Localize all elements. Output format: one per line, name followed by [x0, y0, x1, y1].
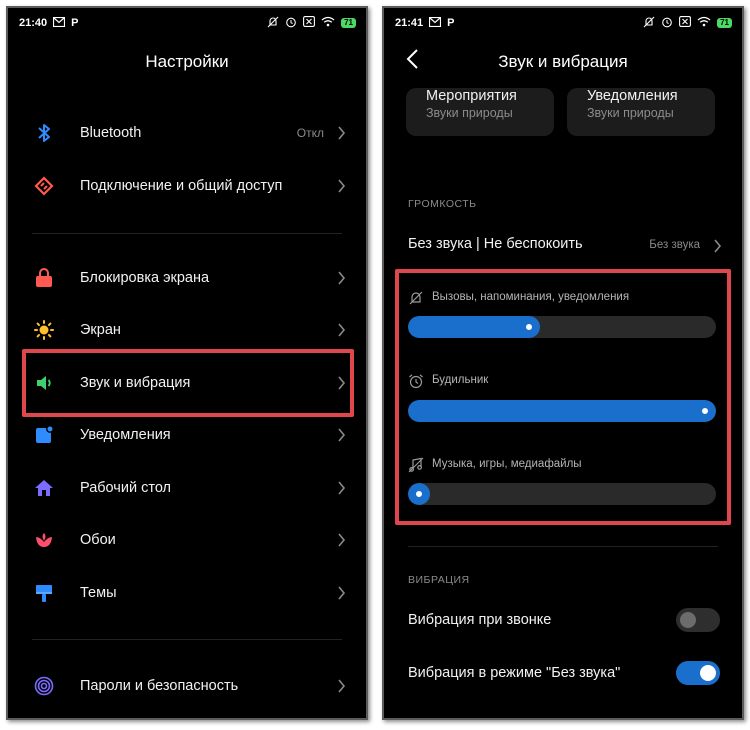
divider	[408, 546, 718, 547]
wifi-icon	[321, 16, 335, 30]
chevron-right-icon	[338, 323, 346, 337]
page-title: Настройки	[145, 52, 229, 71]
chevron-right-icon	[338, 428, 346, 442]
highlight-frame	[22, 349, 354, 417]
home-icon	[34, 478, 54, 498]
alarm-status-icon	[661, 16, 673, 31]
fingerprint-icon	[34, 676, 54, 696]
no-sim-icon	[303, 16, 316, 30]
settings-item-label: Уведомления	[80, 427, 171, 443]
settings-screen: 21:40 P 71 Настройки Bluetooth Откл Подк…	[6, 6, 368, 720]
settings-item-connection[interactable]: Подключение и общий доступ	[8, 164, 366, 208]
silent-mode-label: Без звука | Не беспокоить	[408, 236, 583, 252]
settings-item-themes[interactable]: Темы	[8, 571, 366, 615]
share-icon	[34, 176, 54, 196]
battery-icon: 71	[717, 18, 732, 28]
mute-icon	[267, 16, 279, 31]
card-subtitle: Звуки природы	[426, 106, 513, 120]
chevron-right-icon	[338, 586, 346, 600]
vibration-ring-toggle[interactable]	[676, 608, 720, 632]
app-p-icon: P	[447, 17, 455, 29]
settings-item-label: Подключение и общий доступ	[80, 178, 283, 194]
chevron-right-icon	[714, 239, 722, 253]
toggle-knob	[680, 612, 696, 628]
status-time: 21:40	[19, 17, 48, 29]
chevron-right-icon	[338, 679, 346, 693]
status-bar: 21:40 P 71	[8, 8, 366, 38]
page-title: Звук и вибрация	[498, 52, 628, 71]
gmail-icon	[429, 16, 442, 30]
gmail-icon	[53, 16, 66, 30]
settings-item-label: Рабочий стол	[80, 480, 172, 496]
volume-section-header: ГРОМКОСТЬ	[408, 198, 477, 210]
alarm-status-icon	[285, 16, 297, 31]
divider	[32, 233, 342, 234]
vibration-ring-label: Вибрация при звонке	[408, 612, 552, 628]
app-p-icon: P	[71, 17, 79, 29]
settings-item-notifications[interactable]: Уведомления	[8, 413, 366, 457]
lock-icon	[34, 268, 54, 288]
vibration-silent-label: Вибрация в режиме "Без звука"	[408, 665, 621, 681]
status-bar: 21:41 P 71	[384, 8, 742, 38]
settings-item-label: Темы	[80, 585, 117, 601]
chevron-right-icon	[338, 271, 346, 285]
vibration-section-header: ВИБРАЦИЯ	[408, 574, 470, 586]
settings-item-wallpapers[interactable]: Обои	[8, 518, 366, 562]
mute-icon	[643, 16, 655, 31]
chevron-right-icon	[338, 481, 346, 495]
settings-item-label: Пароли и безопасность	[80, 678, 239, 694]
settings-item-display[interactable]: Экран	[8, 308, 366, 352]
settings-item-value: Откл	[296, 126, 324, 140]
toggle-knob	[700, 665, 716, 681]
sound-screen: 21:41 P 71 Звук и вибрация Мероприятия З…	[382, 6, 744, 720]
notification-sound-card[interactable]: Уведомления Звуки природы	[567, 88, 715, 136]
highlight-frame	[395, 269, 731, 525]
settings-item-label: Обои	[80, 532, 116, 548]
settings-item-bluetooth[interactable]: Bluetooth Откл	[8, 111, 366, 155]
bluetooth-icon	[34, 123, 54, 143]
flower-icon	[34, 530, 54, 550]
card-subtitle: Звуки природы	[587, 106, 674, 120]
card-title: Уведомления	[587, 88, 678, 104]
sun-icon	[34, 320, 54, 340]
settings-item-desktop[interactable]: Рабочий стол	[8, 466, 366, 510]
settings-item-security[interactable]: Пароли и безопасность	[8, 664, 366, 708]
chevron-right-icon	[338, 126, 346, 140]
settings-item-lock-screen[interactable]: Блокировка экрана	[8, 256, 366, 300]
notification-icon	[34, 425, 54, 445]
chevron-right-icon	[338, 179, 346, 193]
silent-mode-value: Без звука	[649, 239, 700, 251]
vibration-silent-toggle[interactable]	[676, 661, 720, 685]
card-title: Мероприятия	[426, 88, 517, 104]
battery-icon: 71	[341, 18, 356, 28]
wifi-icon	[697, 16, 711, 30]
no-sim-icon	[679, 16, 692, 30]
divider	[32, 639, 342, 640]
settings-item-label: Экран	[80, 322, 121, 338]
status-time: 21:41	[395, 17, 424, 29]
ringtone-card[interactable]: Мероприятия Звуки природы	[406, 88, 554, 136]
settings-item-label: Bluetooth	[80, 125, 142, 141]
chevron-right-icon	[338, 533, 346, 547]
brush-icon	[34, 583, 54, 603]
settings-item-label: Блокировка экрана	[80, 270, 210, 286]
